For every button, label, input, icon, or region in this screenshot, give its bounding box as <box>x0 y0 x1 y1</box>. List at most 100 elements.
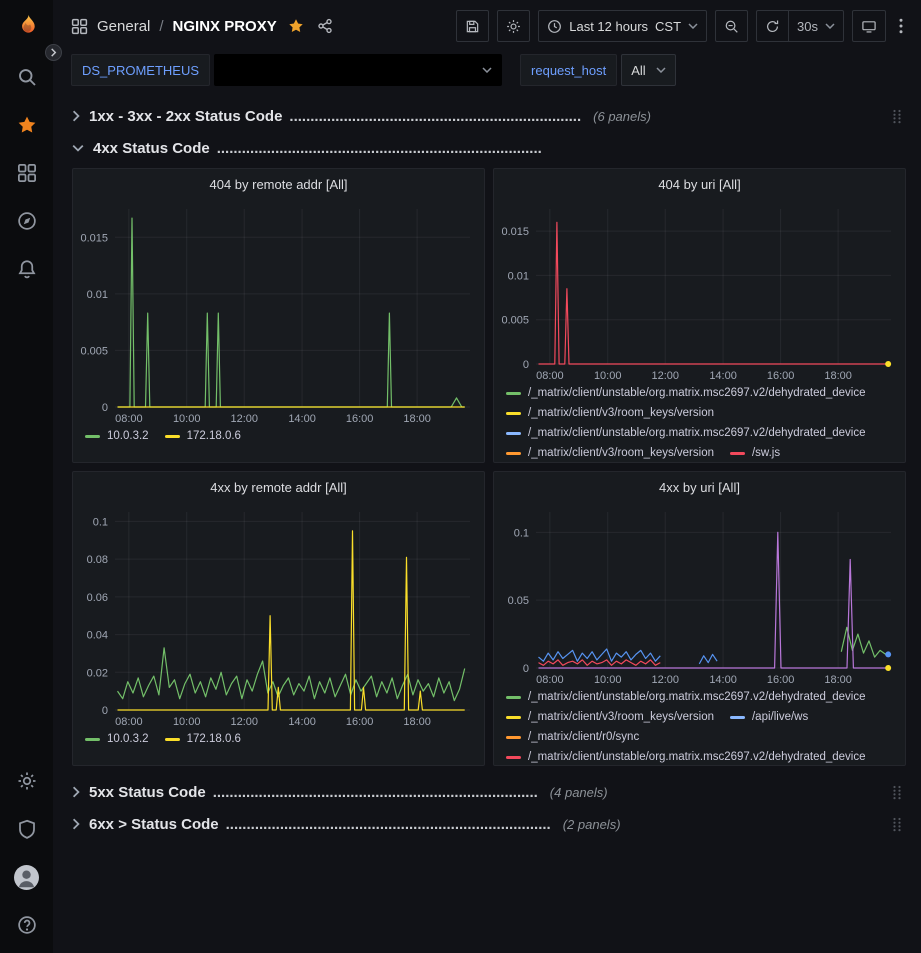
main-area: General / NGINX PROXY La <box>53 0 921 953</box>
panel-grid-4xx: 404 by remote addr [All] 08:0010:0012:00… <box>72 168 906 766</box>
legend-item[interactable]: 10.0.3.2 <box>85 732 149 746</box>
user-avatar[interactable] <box>5 853 49 901</box>
legend-series-marker <box>506 756 521 759</box>
favorite-star-icon[interactable] <box>288 18 304 34</box>
svg-text:0: 0 <box>523 663 529 675</box>
legend-item[interactable]: /_matrix/client/unstable/org.matrix.msc2… <box>506 386 866 400</box>
legend-item[interactable]: 172.18.0.6 <box>165 429 241 443</box>
request-host-select[interactable]: All <box>621 54 675 86</box>
svg-text:0: 0 <box>523 359 529 371</box>
panel-title[interactable]: 4xx by uri [All] <box>494 472 905 502</box>
row-dots-leader: ........................................… <box>217 140 542 157</box>
row-panel-count: (2 panels) <box>563 817 621 832</box>
help-icon[interactable] <box>5 901 49 949</box>
timeseries-chart[interactable]: 08:0010:0012:0014:0016:0018:0000.050.1 <box>494 502 905 688</box>
server-admin-shield-icon[interactable] <box>5 805 49 853</box>
variable-datasource: DS_PROMETHEUS <box>71 54 502 86</box>
datasource-select[interactable] <box>214 54 502 86</box>
svg-text:0: 0 <box>102 705 108 717</box>
row-6xx-status-code[interactable]: 6xx > Status Code ......................… <box>72 810 906 838</box>
avatar <box>14 865 39 890</box>
legend-item[interactable]: /sw.js <box>730 446 780 460</box>
legend-item[interactable]: /_matrix/client/v3/room_keys/version <box>506 406 714 420</box>
zoom-out-button[interactable] <box>715 10 748 42</box>
dashboards-icon[interactable] <box>5 149 49 197</box>
row-drag-handle[interactable] <box>888 815 906 834</box>
monitor-icon <box>861 19 877 34</box>
legend-item[interactable]: /_matrix/client/unstable/org.matrix.msc2… <box>506 426 866 440</box>
refresh-controls: 30s <box>756 10 844 42</box>
chart-legend: /_matrix/client/unstable/org.matrix.msc2… <box>494 384 905 463</box>
tv-mode-button[interactable] <box>852 10 886 42</box>
legend-item[interactable]: /_matrix/client/unstable/org.matrix.msc2… <box>506 690 866 704</box>
svg-text:0.1: 0.1 <box>514 527 529 539</box>
svg-text:14:00: 14:00 <box>709 370 737 382</box>
breadcrumb-title[interactable]: NGINX PROXY <box>173 18 277 35</box>
chevron-right-icon <box>72 110 80 122</box>
save-icon <box>465 19 480 34</box>
chevron-down-icon <box>72 144 84 152</box>
timeseries-chart[interactable]: 08:0010:0012:0014:0016:0018:0000.020.040… <box>73 502 484 730</box>
legend-series-label: /sw.js <box>752 446 780 460</box>
row-title: 1xx - 3xx - 2xx Status Code <box>89 108 282 125</box>
grafana-flame-icon <box>13 13 41 41</box>
share-icon[interactable] <box>317 18 333 34</box>
chevron-right-icon <box>50 48 57 57</box>
svg-text:18:00: 18:00 <box>403 716 431 728</box>
legend-item[interactable]: /api/live/ws <box>730 710 808 724</box>
legend-item[interactable]: 10.0.3.2 <box>85 429 149 443</box>
legend-series-marker <box>506 452 521 455</box>
variable-label-datasource: DS_PROMETHEUS <box>71 54 210 86</box>
dashboard-settings-button[interactable] <box>497 10 530 42</box>
timeseries-chart[interactable]: 08:0010:0012:0014:0016:0018:0000.0050.01… <box>73 199 484 427</box>
alerting-bell-icon[interactable] <box>5 245 49 293</box>
timeseries-chart[interactable]: 08:0010:0012:0014:0016:0018:0000.0050.01… <box>494 199 905 384</box>
starred-icon[interactable] <box>5 101 49 149</box>
panel-title[interactable]: 4xx by remote addr [All] <box>73 472 484 502</box>
sidebar-nav-top <box>5 53 49 293</box>
time-range-picker[interactable]: Last 12 hours CST <box>538 10 707 42</box>
legend-item[interactable]: /_matrix/client/v3/room_keys/version <box>506 710 714 724</box>
row-1xx-3xx-2xx-status-code[interactable]: 1xx - 3xx - 2xx Status Code ............… <box>72 102 906 130</box>
legend-item[interactable]: /_matrix/client/unstable/org.matrix.msc2… <box>506 750 866 764</box>
more-options-button[interactable] <box>894 10 908 42</box>
legend-series-marker <box>165 435 180 438</box>
row-dots-leader: ........................................… <box>289 108 581 125</box>
explore-compass-icon[interactable] <box>5 197 49 245</box>
row-5xx-status-code[interactable]: 5xx Status Code ........................… <box>72 778 906 806</box>
refresh-button[interactable] <box>756 10 788 42</box>
apps-grid-icon[interactable] <box>71 18 88 35</box>
row-drag-handle[interactable] <box>888 783 906 802</box>
refresh-interval-picker[interactable]: 30s <box>788 10 844 42</box>
panel-title[interactable]: 404 by remote addr [All] <box>73 169 484 199</box>
legend-item[interactable]: /_matrix/client/v3/room_keys/version <box>506 446 714 460</box>
row-4xx-status-code[interactable]: 4xx Status Code ........................… <box>72 134 906 162</box>
save-dashboard-button[interactable] <box>456 10 489 42</box>
svg-text:18:00: 18:00 <box>824 674 852 686</box>
search-icon[interactable] <box>5 53 49 101</box>
svg-text:0.1: 0.1 <box>93 516 108 528</box>
svg-text:14:00: 14:00 <box>288 716 316 728</box>
row-panel-count: (4 panels) <box>550 785 608 800</box>
request-host-value: All <box>631 63 645 78</box>
dashboard-toolbar: Last 12 hours CST 30s <box>456 10 908 42</box>
configuration-gear-icon[interactable] <box>5 757 49 805</box>
legend-series-marker <box>85 738 100 741</box>
panel-title[interactable]: 404 by uri [All] <box>494 169 905 199</box>
breadcrumb-section[interactable]: General <box>97 18 150 35</box>
grafana-logo[interactable] <box>0 0 53 53</box>
legend-item[interactable]: /_matrix/client/r0/sync <box>506 730 639 744</box>
chevron-right-icon <box>72 818 80 830</box>
legend-series-label: /_matrix/client/v3/room_keys/version <box>528 406 714 420</box>
sidebar-expand-button[interactable] <box>45 44 62 61</box>
svg-text:18:00: 18:00 <box>824 370 852 382</box>
legend-series-marker <box>506 696 521 699</box>
legend-series-label: /_matrix/client/unstable/org.matrix.msc2… <box>528 750 866 764</box>
legend-item[interactable]: 172.18.0.6 <box>165 732 241 746</box>
row-drag-handle[interactable] <box>888 107 906 126</box>
time-range-label: Last 12 hours <box>569 19 648 34</box>
legend-series-marker <box>730 452 745 455</box>
svg-text:12:00: 12:00 <box>230 716 258 728</box>
dashboard-variables-bar: DS_PROMETHEUS request_host All <box>53 52 921 94</box>
svg-text:0.015: 0.015 <box>501 226 529 238</box>
